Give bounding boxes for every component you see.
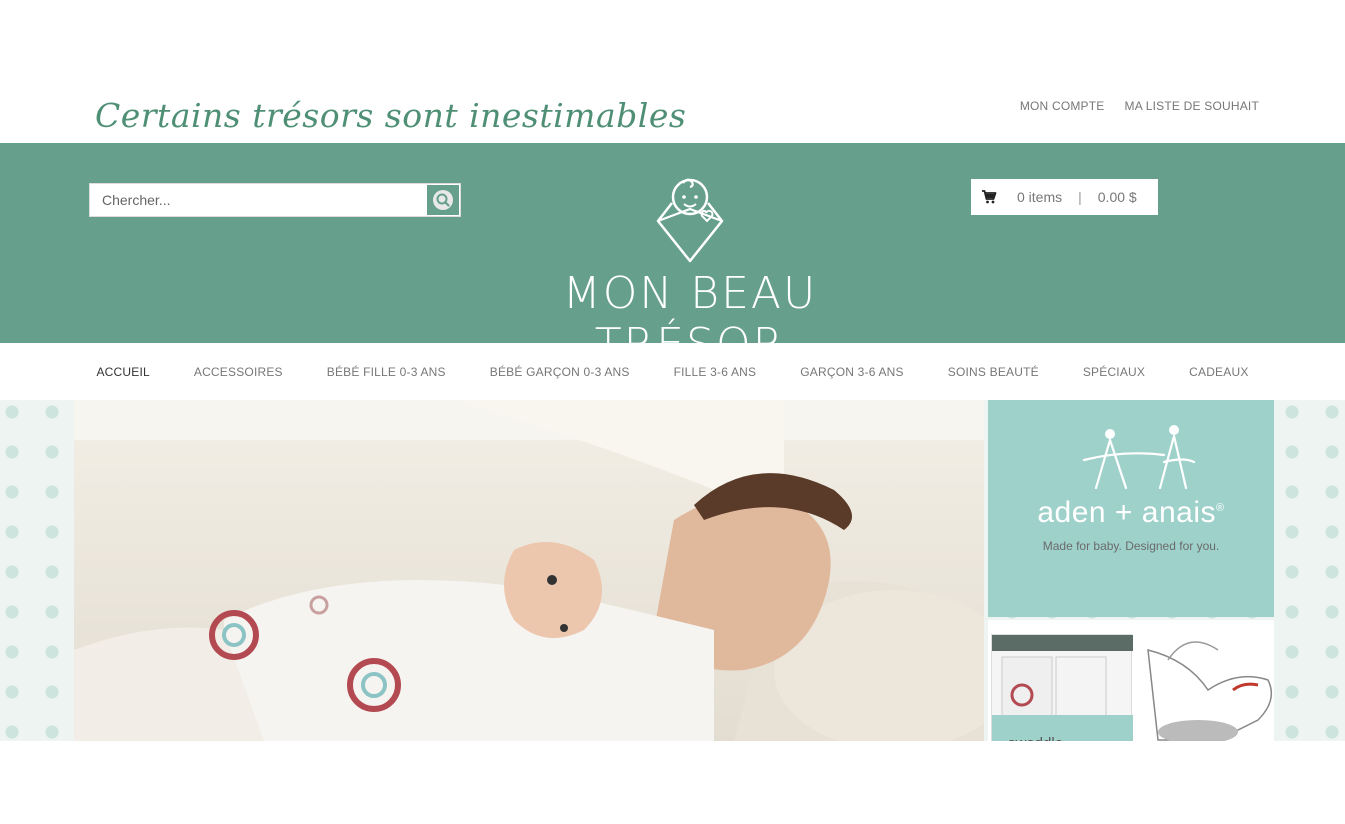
wishlist-link[interactable]: MA LISTE DE SOUHAIT [1125, 99, 1260, 113]
nav-item-fille-3-6[interactable]: FILLE 3-6 ANS [652, 365, 779, 379]
hero-image[interactable] [74, 400, 984, 741]
swaddle-product-box: swaddle [991, 634, 1133, 741]
nav-item-bebe-fille[interactable]: BÉBÉ FILLE 0-3 ANS [305, 365, 468, 379]
nav-item-cadeaux[interactable]: CADEAUX [1167, 365, 1270, 379]
site-tagline: Certains trésors sont inestimables [95, 96, 687, 135]
dog-illustration [1147, 641, 1273, 741]
main-nav: ACCUEIL ACCESSOIRES BÉBÉ FILLE 0-3 ANS B… [0, 343, 1345, 400]
search-box [89, 183, 461, 217]
cart-total: 0.00 $ [1097, 189, 1137, 205]
baby-logo-icon [656, 178, 724, 263]
account-links: MON COMPTE MA LISTE DE SOUHAIT [1020, 99, 1259, 113]
aden-products-promo[interactable]: swaddle [988, 620, 1274, 741]
aden-anais-brand: aden + anais® [988, 496, 1274, 530]
shopping-cart-icon [982, 190, 997, 204]
cart-item-count: 0 items [1017, 189, 1063, 205]
search-icon [433, 190, 453, 210]
page-bottom-area [0, 741, 1345, 824]
aden-anais-tagline: Made for baby. Designed for you. [1042, 539, 1220, 553]
top-bar: Certains trésors sont inestimables MON C… [0, 0, 1345, 143]
aden-brand-mark: ® [1216, 502, 1225, 514]
site-logo[interactable]: MON BEAU TRÉSOR [480, 173, 900, 370]
my-account-link[interactable]: MON COMPTE [1020, 99, 1105, 113]
cart-separator: | [1078, 189, 1082, 205]
father-baby-photo [74, 400, 984, 741]
nav-item-accueil[interactable]: ACCUEIL [74, 365, 171, 379]
nav-item-bebe-garcon[interactable]: BÉBÉ GARÇON 0-3 ANS [468, 365, 652, 379]
mini-cart[interactable]: 0 items | 0.00 $ [971, 179, 1158, 215]
aden-anais-promo[interactable]: aden + anais® Made for baby. Designed fo… [988, 400, 1274, 617]
site-header: MON BEAU TRÉSOR 0 items | 0.00 $ [0, 143, 1345, 370]
aden-anais-figures-icon [1082, 425, 1196, 490]
aden-brand-name: aden + anais [1037, 496, 1217, 529]
nav-item-accessoires[interactable]: ACCESSOIRES [172, 365, 305, 379]
swaddle-product-image [992, 635, 1133, 741]
nav-item-garcon-3-6[interactable]: GARÇON 3-6 ANS [778, 365, 926, 379]
search-input[interactable] [90, 184, 427, 216]
search-button[interactable] [427, 185, 459, 215]
nav-item-speciaux[interactable]: SPÉCIAUX [1061, 365, 1167, 379]
nav-item-soins-beaute[interactable]: SOINS BEAUTÉ [926, 365, 1061, 379]
